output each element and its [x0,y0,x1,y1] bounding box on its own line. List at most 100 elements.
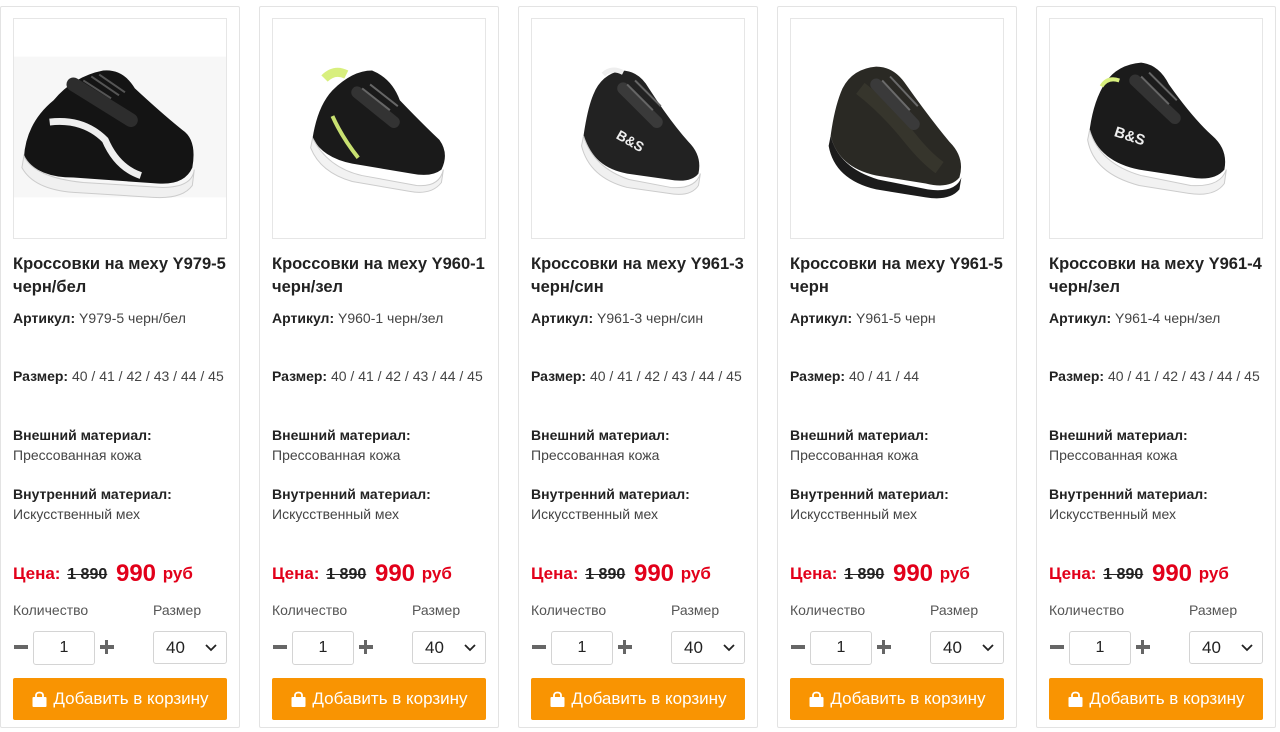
minus-icon[interactable] [531,638,547,656]
plus-icon[interactable] [876,638,892,656]
quantity-input[interactable] [292,631,354,665]
chevron-down-icon [464,644,476,652]
size-select[interactable]: 40 [930,631,1004,664]
article-label: Артикул: [13,310,76,326]
inner-material-label: Внутренний материал: [531,486,690,502]
sneaker-image [828,66,962,199]
inner-material-value: Искусственный мех [790,506,918,522]
product-title[interactable]: Кроссовки на меху Y960-1 черн/зел [272,253,492,299]
minus-icon[interactable] [13,638,29,656]
chevron-down-icon [1241,644,1253,652]
size-select[interactable]: 40 [1189,631,1263,664]
product-card: B&S Кроссовки на меху Y961-4 черн/зел Ар… [1036,6,1276,728]
old-price: 1 890 [326,566,367,583]
article-label: Артикул: [531,310,594,326]
add-to-cart-button[interactable]: Добавить в корзину [790,678,1004,720]
plus-icon[interactable] [617,638,633,656]
currency: руб [939,564,970,583]
size-select-label: Размер [153,602,202,618]
size-select-label: Размер [930,602,979,618]
sizes-label: Размер: [790,368,846,384]
article-label: Артикул: [1049,310,1112,326]
chevron-down-icon [982,644,994,652]
price-row: Цена: 1 890 990 руб [790,560,970,588]
product-title[interactable]: Кроссовки на меху Y979-5 черн/бел [13,253,233,299]
size-select-value: 40 [1202,638,1221,657]
quantity-input[interactable] [810,631,872,665]
product-card: Кроссовки на меху Y960-1 черн/зел Артику… [259,6,499,728]
inner-material-value: Искусственный мех [1049,506,1177,522]
product-image[interactable]: B&S [531,18,745,239]
size-select[interactable]: 40 [412,631,486,664]
quantity-input[interactable] [1069,631,1131,665]
outer-material-label: Внешний материал: [531,427,670,443]
current-price: 990 [633,560,675,587]
size-select-value: 40 [943,638,962,657]
product-title[interactable]: Кроссовки на меху Y961-5 черн [790,253,1010,299]
sizes-label: Размер: [272,368,328,384]
size-select[interactable]: 40 [153,631,227,664]
price-label: Цена: [790,564,838,583]
minus-icon[interactable] [272,638,288,656]
product-image[interactable] [790,18,1004,239]
shopping-bag-icon [1068,691,1083,707]
currency: руб [1198,564,1229,583]
add-to-cart-label: Добавить в корзину [571,689,727,708]
old-price: 1 890 [585,566,626,583]
add-to-cart-label: Добавить в корзину [53,689,209,708]
old-price: 1 890 [844,566,885,583]
shopping-bag-icon [809,691,824,707]
price-row: Цена: 1 890 990 руб [1049,560,1229,588]
product-card: B&S Кроссовки на меху Y961-3 черн/син Ар… [518,6,758,728]
size-select-value: 40 [425,638,444,657]
outer-material-value: Прессованная кожа [1049,447,1178,463]
product-image[interactable] [272,18,486,239]
add-to-cart-label: Добавить в корзину [1089,689,1245,708]
size-select-label: Размер [671,602,720,618]
price-label: Цена: [13,564,61,583]
shopping-bag-icon [291,691,306,707]
article-row: Артикул: Y961-4 черн/зел [1049,308,1265,328]
add-to-cart-button[interactable]: Добавить в корзину [531,678,745,720]
size-select[interactable]: 40 [671,631,745,664]
article-row: Артикул: Y979-5 черн/бел [13,308,229,328]
add-to-cart-label: Добавить в корзину [312,689,468,708]
quantity-input[interactable] [551,631,613,665]
currency: руб [421,564,452,583]
sizes-row: Размер: 40 / 41 / 42 / 43 / 44 / 45 [272,366,488,386]
product-image[interactable]: B&S [1049,18,1263,239]
plus-icon[interactable] [1135,638,1151,656]
quantity-label: Количество [272,602,348,618]
quantity-label: Количество [531,602,607,618]
add-to-cart-button[interactable]: Добавить в корзину [1049,678,1263,720]
article-row: Артикул: Y960-1 черн/зел [272,308,488,328]
article-value: Y960-1 черн/зел [338,310,444,326]
outer-material-label: Внешний материал: [272,427,411,443]
sizes-row: Размер: 40 / 41 / 42 / 43 / 44 / 45 [1049,366,1265,386]
product-title[interactable]: Кроссовки на меху Y961-4 черн/зел [1049,253,1269,299]
chevron-down-icon [205,644,217,652]
inner-material-label: Внутренний материал: [272,486,431,502]
article-label: Артикул: [790,310,853,326]
add-to-cart-button[interactable]: Добавить в корзину [13,678,227,720]
sneaker-image [310,67,445,193]
quantity-label: Количество [790,602,866,618]
minus-icon[interactable] [790,638,806,656]
plus-icon[interactable] [358,638,374,656]
add-to-cart-button[interactable]: Добавить в корзину [272,678,486,720]
outer-material-label: Внешний материал: [790,427,929,443]
plus-icon[interactable] [99,638,115,656]
product-title[interactable]: Кроссовки на меху Y961-3 черн/син [531,253,751,299]
current-price: 990 [374,560,416,587]
current-price: 990 [115,560,157,587]
inner-material-value: Искусственный мех [272,506,400,522]
minus-icon[interactable] [1049,638,1065,656]
old-price: 1 890 [67,566,108,583]
quantity-input[interactable] [33,631,95,665]
outer-material-value: Прессованная кожа [790,447,919,463]
product-image[interactable] [13,18,227,239]
sneaker-image: B&S [1087,62,1227,195]
inner-material-label: Внутренний материал: [1049,486,1208,502]
price-row: Цена: 1 890 990 руб [272,560,452,588]
inner-material-value: Искусственный мех [13,506,141,522]
